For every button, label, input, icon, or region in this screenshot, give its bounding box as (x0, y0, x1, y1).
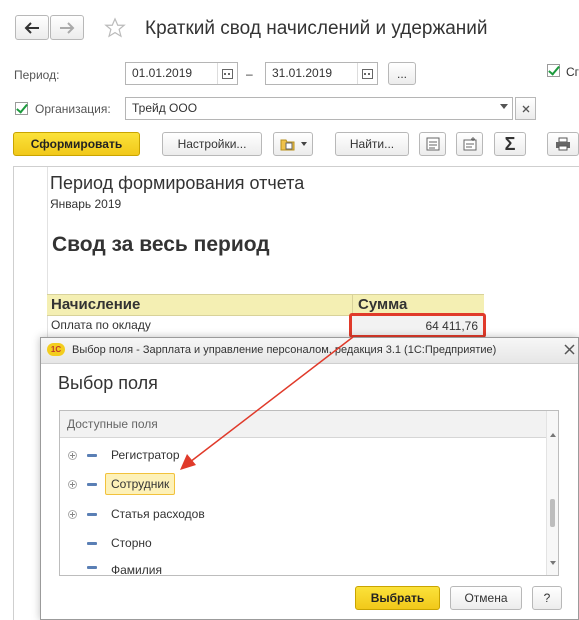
variants-button[interactable] (273, 132, 313, 156)
collapse-groups-button[interactable] (456, 132, 483, 156)
list-item[interactable]: Статья расходов (68, 503, 205, 525)
expand-icon[interactable] (68, 479, 77, 489)
right-checkbox-label: Сг (566, 65, 579, 79)
report-gutter (14, 167, 48, 342)
scroll-down-icon[interactable] (550, 561, 556, 565)
calendar-icon[interactable] (217, 63, 237, 84)
list-item-label: Фамилия (111, 563, 162, 575)
close-icon (522, 105, 529, 112)
expand-icon[interactable] (68, 450, 77, 460)
report-period-value: Январь 2019 (50, 197, 122, 211)
scroll-thumb[interactable] (550, 499, 555, 527)
table-row-sum-value: 64 411,76 (425, 319, 479, 333)
column-accrual-header: Начисление (51, 296, 141, 313)
report-period-title: Период формирования отчета (50, 173, 305, 193)
organization-label: Организация: (35, 102, 111, 116)
grouping-icon (426, 137, 439, 151)
list-item[interactable]: Регистратор (68, 444, 180, 466)
window-title: Краткий свод начислений и удержаний (145, 18, 488, 39)
dialog-title: Выбор поля - Зарплата и управление персо… (72, 344, 497, 356)
list-item[interactable]: Фамилия (68, 561, 162, 575)
cancel-button[interactable]: Отмена (450, 586, 522, 610)
organization-checkbox[interactable] (15, 102, 28, 115)
field-icon (87, 541, 97, 545)
generate-button[interactable]: Сформировать (13, 132, 140, 156)
date-to-value: 31.01.2019 (272, 66, 333, 80)
list-item[interactable]: Сторно (68, 532, 152, 554)
clear-button[interactable] (515, 97, 536, 120)
find-button[interactable]: Найти... (335, 132, 409, 156)
field-icon (87, 512, 97, 516)
period-dash: – (246, 67, 253, 81)
date-from-value: 01.01.2019 (132, 66, 193, 80)
close-icon[interactable] (564, 344, 575, 355)
expand-groups-button[interactable] (419, 132, 446, 156)
arrow-left-icon (24, 21, 39, 34)
report-heading: Свод за весь период (52, 233, 270, 256)
arrow-right-icon (60, 21, 75, 34)
list-header-label: Доступные поля (67, 417, 158, 431)
list-item-selected[interactable]: Сотрудник (68, 473, 176, 495)
scroll-up-icon[interactable] (550, 433, 556, 437)
right-checkbox[interactable] (547, 64, 560, 77)
select-button[interactable]: Выбрать (355, 586, 440, 610)
dialog-heading: Выбор поля (58, 373, 158, 393)
expand-icon[interactable] (68, 509, 77, 519)
organization-field[interactable]: Трейд ООО (125, 97, 513, 120)
back-button[interactable] (15, 15, 49, 40)
calendar-icon[interactable] (357, 63, 377, 84)
date-to-field[interactable]: 31.01.2019 (265, 62, 378, 85)
column-sum-header: Сумма (358, 296, 408, 313)
app-logo-icon: 1С (47, 343, 65, 356)
folder-icon (280, 139, 294, 151)
list-item-label: Статья расходов (111, 507, 205, 521)
list-item-label: Сторно (111, 536, 152, 550)
field-icon (87, 566, 97, 569)
table-row-label[interactable]: Оплата по окладу (51, 318, 151, 332)
field-icon (87, 453, 97, 457)
help-button[interactable]: ? (532, 586, 562, 610)
organization-value: Трейд ООО (132, 101, 198, 115)
sum-button[interactable]: Σ (494, 132, 526, 156)
list-scrollbar[interactable] (546, 411, 558, 575)
list-item-label: Сотрудник (105, 473, 176, 495)
print-button[interactable] (547, 132, 579, 156)
settings-button[interactable]: Настройки... (162, 132, 262, 156)
date-from-field[interactable]: 01.01.2019 (125, 62, 238, 85)
printer-icon (556, 137, 570, 151)
table-row-sum-cell[interactable]: 64 411,76 (349, 313, 486, 338)
star-icon[interactable] (104, 17, 126, 39)
field-icon (87, 482, 97, 486)
period-select-button[interactable]: ... (388, 62, 416, 85)
chevron-down-icon (300, 142, 307, 146)
dropdown-icon[interactable] (500, 104, 508, 109)
forward-button[interactable] (50, 15, 84, 40)
period-label: Период: (14, 68, 60, 82)
sigma-icon: Σ (504, 133, 516, 154)
grouping-plus-icon (463, 137, 476, 151)
list-item-label: Регистратор (111, 448, 180, 462)
